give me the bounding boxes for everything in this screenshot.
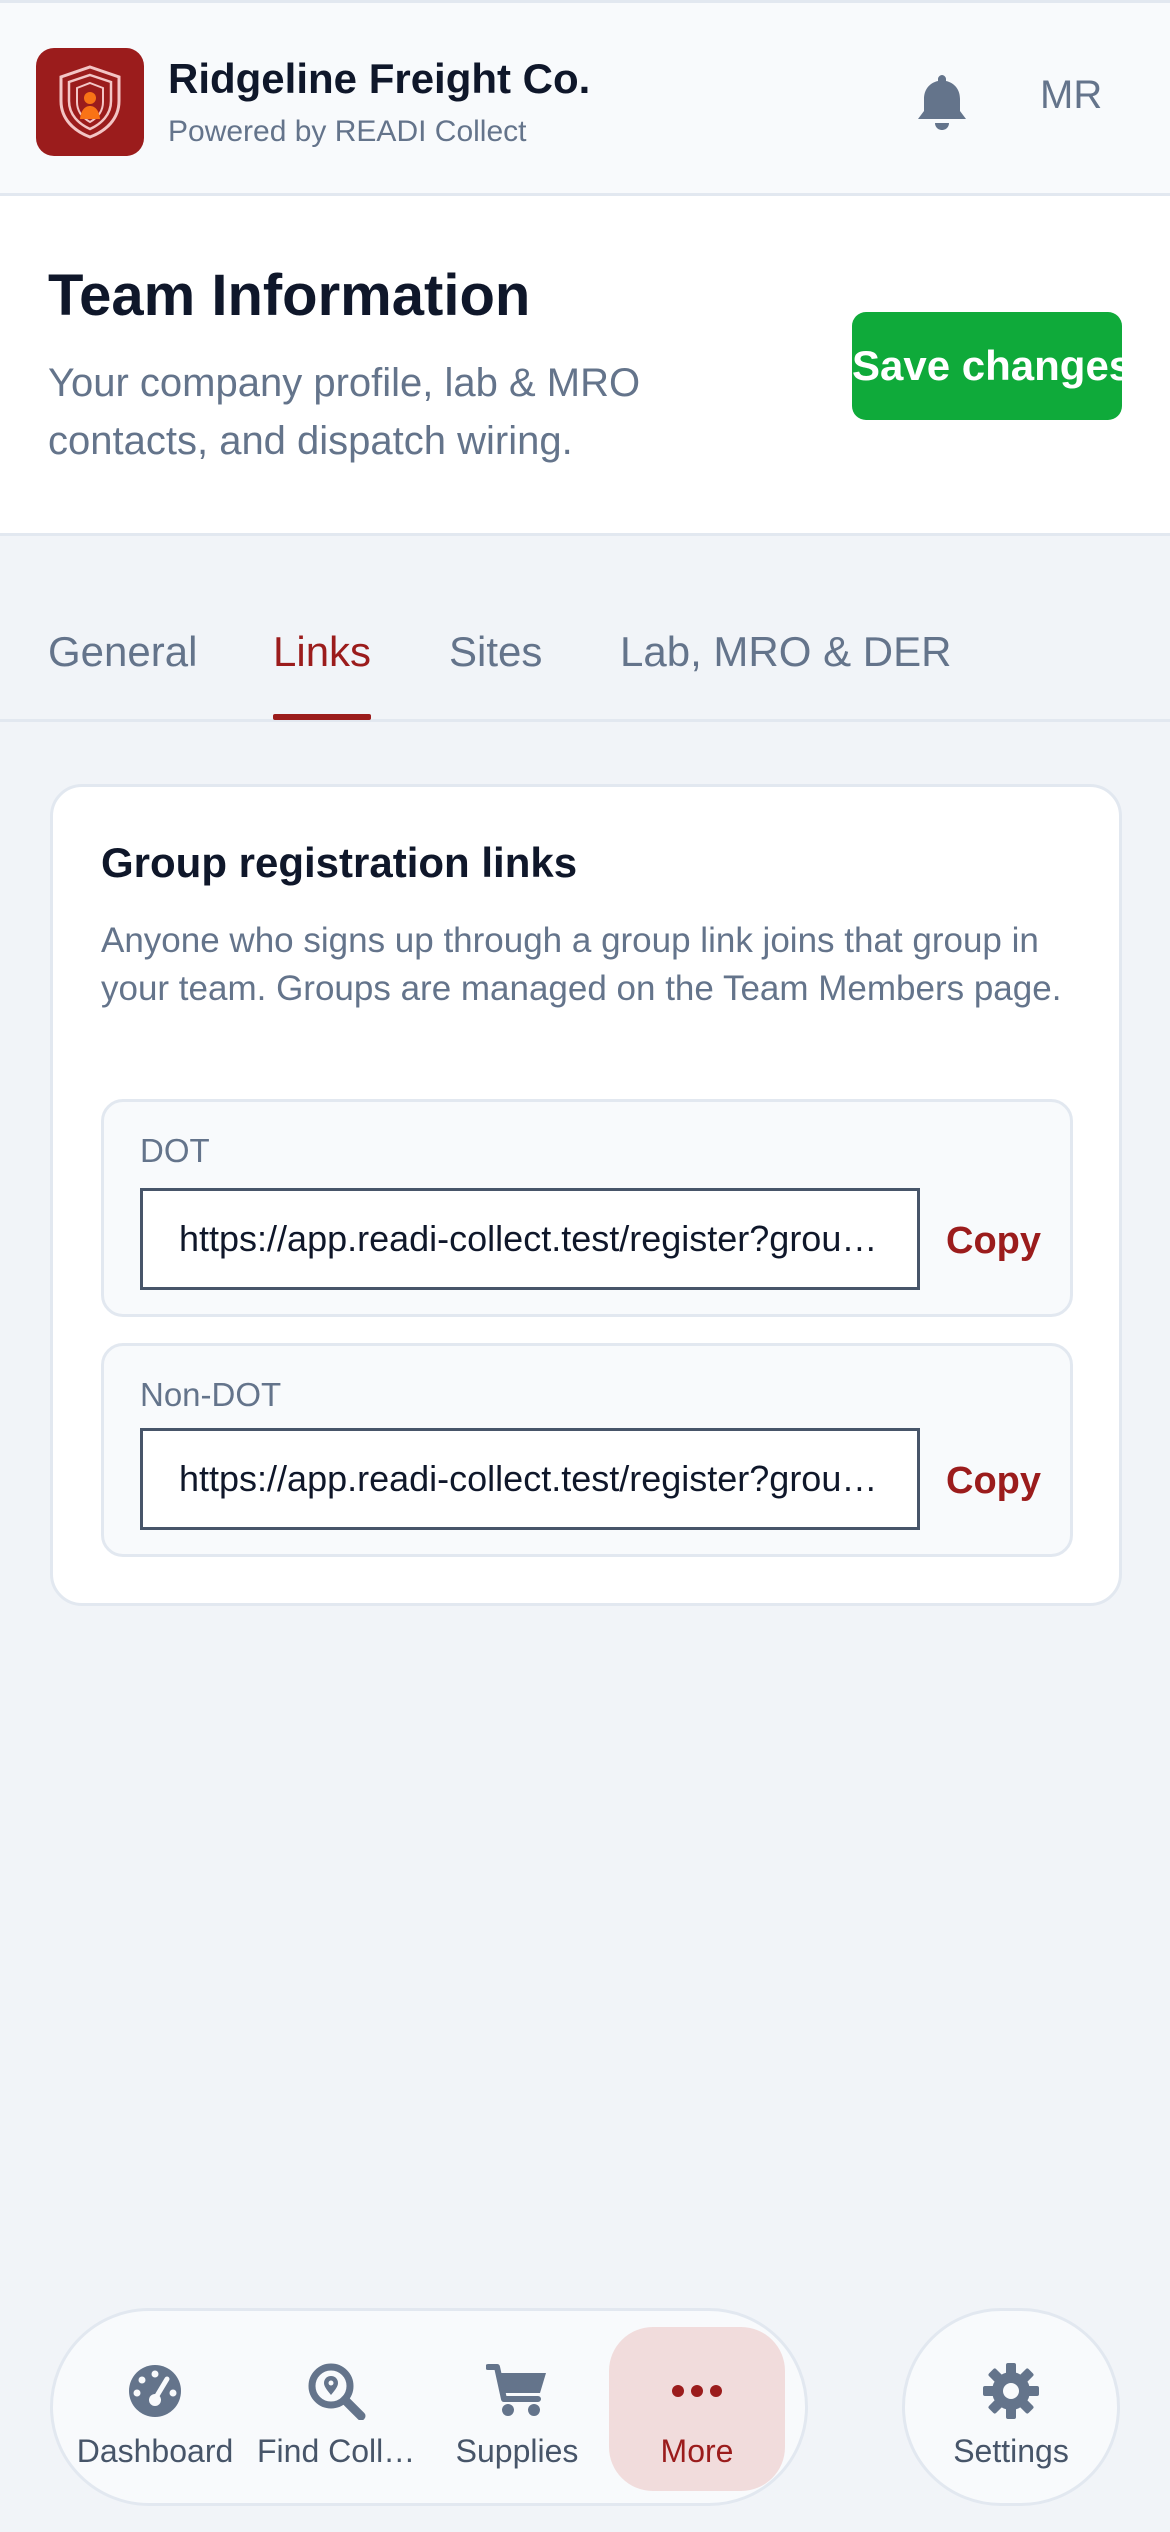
copy-button[interactable]: Copy xyxy=(946,1220,1041,1263)
more-dots-icon xyxy=(671,2359,723,2423)
tab-lab-mro-der[interactable]: Lab, MRO & DER xyxy=(620,628,951,720)
nav-item-find-collector[interactable]: Find Collector xyxy=(249,2327,425,2491)
bottom-nav: Dashboard Find Collector xyxy=(50,2308,808,2506)
gauge-icon xyxy=(127,2359,183,2423)
nav-label: Find Collector xyxy=(257,2433,417,2469)
group-link-dot: DOT Copy xyxy=(101,1099,1073,1317)
bell-icon[interactable] xyxy=(912,69,972,135)
group-link-url-field[interactable] xyxy=(140,1428,920,1530)
group-link-non-dot: Non-DOT Copy xyxy=(101,1343,1073,1557)
group-link-label: Non-DOT xyxy=(140,1376,282,1413)
gear-icon xyxy=(982,2359,1040,2423)
page-header: Team Information Your company profile, l… xyxy=(0,196,1170,536)
copy-button[interactable]: Copy xyxy=(946,1460,1041,1503)
tab-general[interactable]: General xyxy=(48,628,197,720)
group-link-url-field[interactable] xyxy=(140,1188,920,1290)
shield-person-icon[interactable] xyxy=(36,48,144,156)
group-links-card: Group registration links Anyone who sign… xyxy=(50,784,1122,1606)
app-root: Ridgeline Freight Co. Powered by READI C… xyxy=(0,0,1170,2532)
app-header: Ridgeline Freight Co. Powered by READI C… xyxy=(0,0,1170,196)
card-description: Anyone who signs up through a group link… xyxy=(101,921,1062,1008)
page-title: Team Information xyxy=(48,263,531,328)
tab-bar: General Links Sites Lab, MRO & DER xyxy=(0,600,1170,722)
search-location-icon xyxy=(307,2359,367,2423)
nav-label: Settings xyxy=(953,2433,1069,2469)
company-name: Ridgeline Freight Co. xyxy=(168,55,591,102)
tab-sites[interactable]: Sites xyxy=(449,628,542,720)
nav-item-supplies[interactable]: Supplies xyxy=(429,2327,605,2491)
group-link-label: DOT xyxy=(140,1132,210,1169)
nav-label: Dashboard xyxy=(76,2433,234,2469)
nav-item-more[interactable]: More xyxy=(609,2327,785,2491)
save-changes-button[interactable]: Save changes xyxy=(852,312,1122,420)
nav-item-settings[interactable]: Settings xyxy=(902,2308,1120,2506)
nav-label: Supplies xyxy=(455,2433,579,2469)
nav-item-dashboard[interactable]: Dashboard xyxy=(67,2327,243,2491)
card-title: Group registration links xyxy=(101,839,578,886)
cart-icon xyxy=(486,2359,548,2423)
powered-by-text: Powered by READI Collect xyxy=(168,115,527,148)
tab-links[interactable]: Links xyxy=(273,628,372,720)
avatar[interactable]: MR xyxy=(1040,75,1102,115)
nav-label: More xyxy=(660,2433,734,2469)
page-subtitle: Your company profile, lab & MRO contacts… xyxy=(48,361,641,463)
